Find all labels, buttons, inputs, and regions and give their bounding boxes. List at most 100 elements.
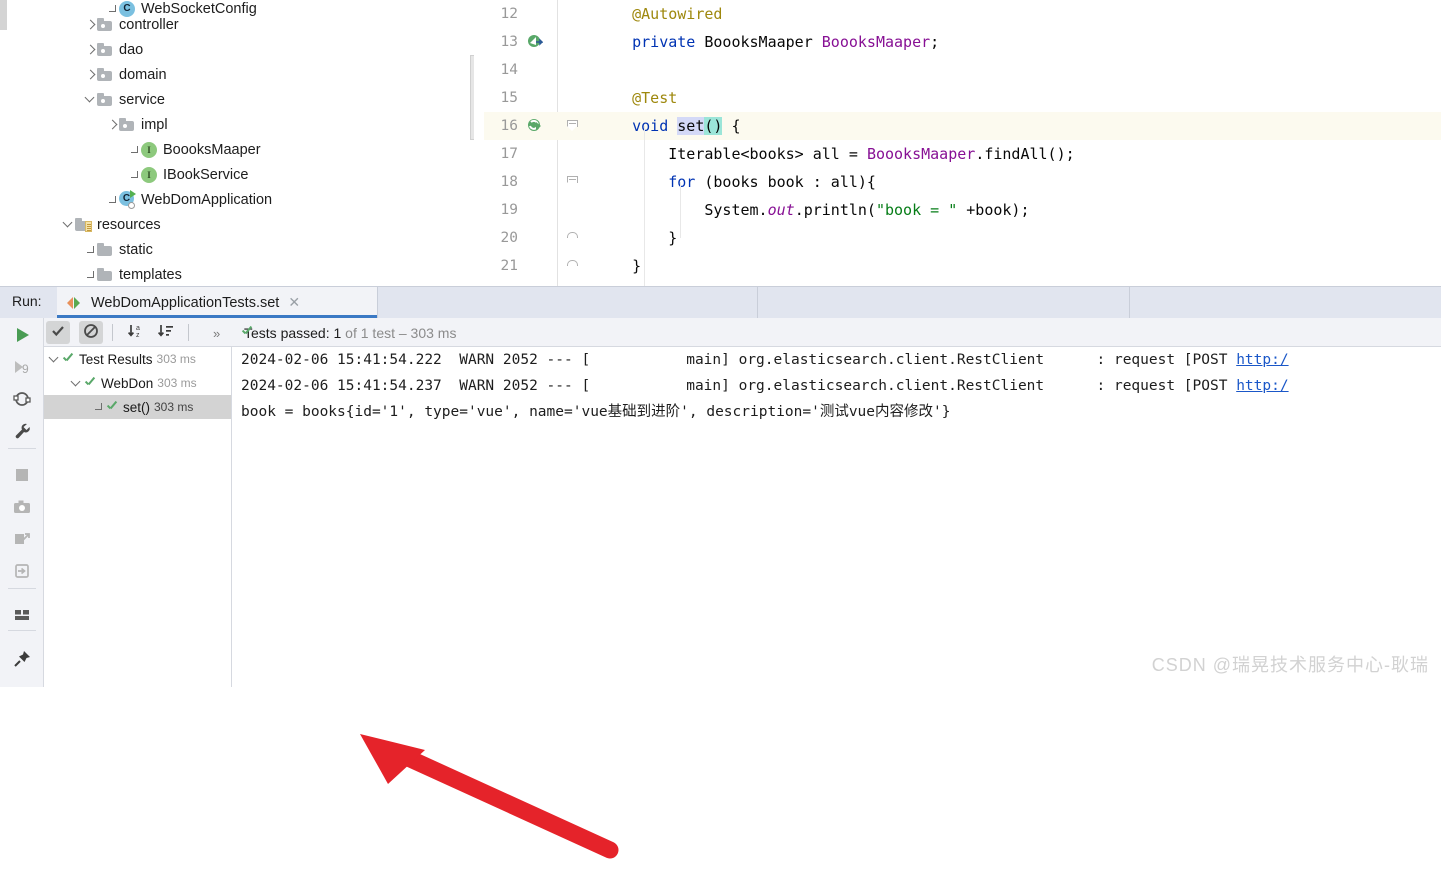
indent-guide bbox=[644, 126, 645, 294]
sort-by-duration[interactable] bbox=[154, 321, 178, 344]
tree-item-label: domain bbox=[119, 66, 167, 83]
tree-item-boooksmaaper[interactable]: I BoooksMaaper bbox=[128, 137, 261, 162]
gutter-icons bbox=[522, 196, 556, 224]
camera-icon bbox=[12, 497, 32, 520]
test-tree-item-set[interactable]: set() 303 ms bbox=[44, 395, 231, 419]
tree-item-static[interactable]: static bbox=[84, 237, 153, 262]
pin-icon bbox=[12, 649, 32, 672]
code-editor[interactable]: 12 @Autowired 13 private BoooksMaaper Boo… bbox=[484, 0, 1441, 294]
folder-icon bbox=[97, 67, 113, 83]
spacer bbox=[84, 268, 97, 281]
code-line-15[interactable]: 15 @Test bbox=[484, 84, 1441, 112]
code-line-16[interactable]: 16 void set() { bbox=[484, 112, 1441, 140]
test-name-label: WebDon bbox=[101, 375, 154, 391]
fold-gutter bbox=[556, 28, 596, 56]
console-output[interactable]: 2024-02-06 15:41:54.222 WARN 2052 --- [ … bbox=[233, 347, 1441, 687]
project-tree-panel[interactable]: C WebSocketConfig controller dao domain servi… bbox=[0, 0, 474, 287]
chevron-down-icon[interactable] bbox=[84, 93, 97, 106]
test-run-icon bbox=[67, 296, 83, 310]
tree-item-label: IBookService bbox=[163, 166, 249, 183]
chevron-down-icon[interactable] bbox=[70, 377, 83, 390]
tree-item-resources[interactable]: resources bbox=[62, 212, 161, 237]
code-line-14[interactable]: 14 bbox=[484, 56, 1441, 84]
gutter-icons bbox=[522, 112, 556, 140]
test-duration: 303 ms bbox=[154, 400, 194, 414]
fold-gutter bbox=[556, 224, 596, 252]
console-link[interactable]: http:/ bbox=[1236, 378, 1288, 394]
rerun-failed-tests[interactable]: 9 bbox=[10, 356, 34, 380]
console-line: 2024-02-06 15:41:54.222 WARN 2052 --- [ … bbox=[241, 352, 1289, 368]
tabbar-separator bbox=[1129, 287, 1130, 318]
console-line: book = books{id='1', type='vue', name='v… bbox=[241, 404, 951, 420]
chevron-right-icon[interactable] bbox=[84, 43, 97, 56]
code-text: } bbox=[596, 229, 678, 247]
layout-settings[interactable] bbox=[10, 604, 34, 628]
test-tree-item-webdon[interactable]: WebDon 303 ms bbox=[44, 371, 231, 395]
test-tree-item-test results[interactable]: Test Results 303 ms bbox=[44, 347, 231, 371]
chevron-down-icon[interactable] bbox=[48, 353, 61, 366]
fold-end-icon[interactable] bbox=[567, 260, 578, 273]
show-passed-toggle[interactable] bbox=[46, 321, 70, 344]
wrench-icon bbox=[12, 421, 32, 444]
code-text: System.out.println("book = " +book); bbox=[596, 201, 1030, 219]
tree-item-domain[interactable]: domain bbox=[84, 62, 167, 87]
tab-webdomapplicationtests-set[interactable]: WebDomApplicationTests.set ✕ bbox=[57, 287, 377, 318]
tree-item-webdomapplication[interactable]: C WebDomApplication bbox=[106, 187, 272, 212]
line-number: 19 bbox=[500, 202, 518, 218]
line-number: 17 bbox=[500, 146, 518, 162]
export-screenshot[interactable] bbox=[10, 496, 34, 520]
check-icon bbox=[50, 323, 66, 342]
run-test-gutter-icon[interactable] bbox=[527, 118, 543, 134]
tree-item-templates[interactable]: templates bbox=[84, 262, 182, 287]
rerun-button[interactable] bbox=[10, 324, 34, 348]
gutter-icons bbox=[522, 56, 556, 84]
chevron-right-icon[interactable] bbox=[106, 118, 119, 131]
sort-alphabetically[interactable]: az bbox=[124, 321, 148, 344]
chevron-down-icon[interactable] bbox=[62, 218, 75, 231]
line-number: 15 bbox=[500, 90, 518, 106]
run-side-toolbar: 9 bbox=[0, 318, 44, 687]
tree-item-impl[interactable]: impl bbox=[106, 112, 168, 137]
test-duration: 303 ms bbox=[157, 376, 197, 390]
project-tree-scrollbar[interactable] bbox=[470, 55, 474, 140]
chevron-right-icon[interactable] bbox=[84, 68, 97, 81]
pin-tab[interactable] bbox=[10, 648, 34, 672]
tree-item-dao[interactable]: dao bbox=[84, 37, 143, 62]
import-tests[interactable] bbox=[10, 528, 34, 552]
spring-bean-icon[interactable] bbox=[527, 34, 543, 50]
line-number: 14 bbox=[500, 62, 518, 78]
close-icon[interactable]: ✕ bbox=[288, 294, 300, 311]
fold-gutter bbox=[556, 112, 596, 140]
tree-item-label: dao bbox=[119, 41, 144, 58]
interface-icon: I bbox=[141, 166, 157, 183]
chevron-right-icon[interactable] bbox=[84, 18, 97, 31]
code-text: @Autowired bbox=[632, 5, 723, 23]
fold-open-icon[interactable] bbox=[566, 176, 578, 188]
fold-end-icon[interactable] bbox=[567, 232, 578, 245]
status-prefix: Tests passed: bbox=[244, 325, 334, 341]
code-line-18[interactable]: 18 for (books book : all){ bbox=[484, 168, 1441, 196]
show-ignored-toggle[interactable] bbox=[79, 321, 103, 344]
code-line-12[interactable]: 12 @Autowired bbox=[484, 0, 1441, 28]
tree-item-controller[interactable]: controller bbox=[84, 12, 179, 37]
stop-button[interactable] bbox=[10, 464, 34, 488]
gutter-icons bbox=[522, 84, 556, 112]
tree-item-ibookservice[interactable]: I IBookService bbox=[128, 162, 248, 187]
code-line-21[interactable]: 21 } bbox=[484, 252, 1441, 280]
toolbar-separator bbox=[8, 588, 36, 589]
code-line-19[interactable]: 19 System.out.println("book = " +book); bbox=[484, 196, 1441, 224]
test-settings[interactable] bbox=[10, 420, 34, 444]
fold-open-icon[interactable] bbox=[566, 120, 578, 132]
tree-item-label: WebDomApplication bbox=[141, 191, 273, 208]
export-test-results[interactable] bbox=[10, 560, 34, 584]
code-line-20[interactable]: 20 } bbox=[484, 224, 1441, 252]
code-text: private BoooksMaaper BoooksMaaper; bbox=[632, 33, 940, 51]
gutter-icons bbox=[522, 140, 556, 168]
code-line-13[interactable]: 13 private BoooksMaaper BoooksMaaper; bbox=[484, 28, 1441, 56]
expand-toolbar-chevron[interactable]: » bbox=[213, 326, 220, 341]
console-link[interactable]: http:/ bbox=[1236, 352, 1288, 368]
code-line-17[interactable]: 17 Iterable<books> all = BoooksMaaper.fi… bbox=[484, 140, 1441, 168]
test-results-tree[interactable]: Test Results 303 ms WebDon 303 ms set() 303 m… bbox=[44, 347, 232, 687]
toggle-auto-test[interactable] bbox=[10, 388, 34, 412]
tree-item-service[interactable]: service bbox=[84, 87, 165, 112]
